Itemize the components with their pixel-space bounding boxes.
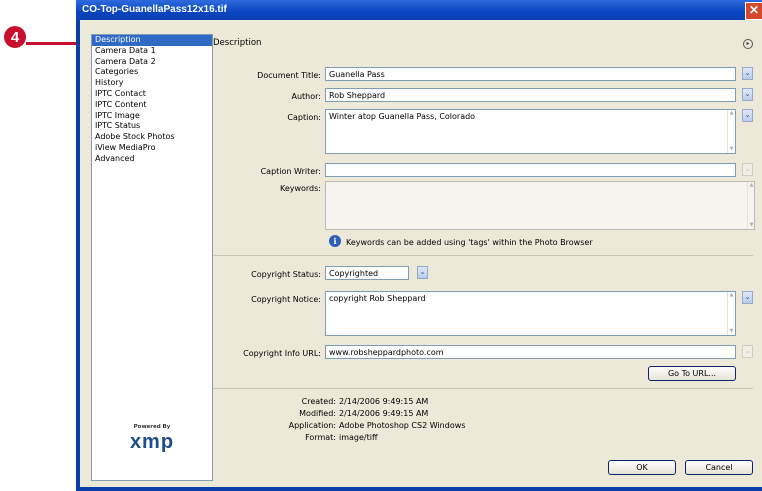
author-dropdown[interactable]: ⌄	[742, 88, 753, 101]
copyright-url-label: Copyright Info URL:	[243, 349, 321, 358]
copyright-status-dropdown[interactable]: ⌄	[417, 266, 428, 279]
divider-top	[213, 255, 753, 256]
step-4-callout: 4	[4, 26, 26, 48]
nav-item-camera-data-1[interactable]: Camera Data 1	[92, 46, 212, 57]
copyright-notice-dropdown[interactable]: ⌄	[742, 291, 753, 304]
author-field[interactable]: Rob Sheppard	[325, 88, 736, 102]
application-label: Application:	[288, 421, 336, 430]
title-bar: CO-Top-GuanellaPass12x16.tif ✕	[76, 0, 762, 20]
panel-menu-icon[interactable]: ▸	[743, 39, 753, 49]
caption-scrollbar[interactable]: ▲ ▼	[727, 110, 735, 153]
document-title-field[interactable]: Guanella Pass	[325, 67, 736, 81]
nav-item-description[interactable]: Description	[92, 35, 212, 46]
created-label: Created:	[301, 397, 336, 406]
nav-item-adobe-stock-photos[interactable]: Adobe Stock Photos	[92, 132, 212, 143]
go-to-url-button[interactable]: Go To URL...	[648, 366, 736, 381]
dialog-body: Description Camera Data 1 Camera Data 2 …	[80, 20, 762, 487]
author-label: Author:	[291, 92, 322, 101]
window-title: CO-Top-GuanellaPass12x16.tif	[82, 4, 227, 15]
ok-button[interactable]: OK	[608, 460, 676, 475]
keywords-label: Keywords:	[279, 184, 321, 193]
modified-value: 2/14/2006 9:49:15 AM	[339, 409, 429, 418]
format-label: Format:	[305, 433, 336, 442]
nav-item-advanced[interactable]: Advanced	[92, 154, 212, 165]
caption-dropdown[interactable]: ⌄	[742, 109, 753, 122]
chevron-down-icon: ⌄	[744, 347, 751, 355]
chevron-down-icon: ⌄	[744, 69, 751, 77]
caption-writer-dropdown[interactable]: ⌄	[742, 163, 753, 176]
powered-by-text: Powered By	[133, 424, 171, 430]
copyright-notice-label: Copyright Notice:	[251, 295, 321, 304]
created-value: 2/14/2006 9:49:15 AM	[339, 397, 429, 406]
category-list: Description Camera Data 1 Camera Data 2 …	[91, 34, 213, 481]
keywords-field[interactable]	[325, 181, 755, 230]
nav-item-camera-data-2[interactable]: Camera Data 2	[92, 57, 212, 68]
xmp-logo: xmp	[129, 431, 175, 453]
document-title-label: Document Title:	[257, 71, 321, 80]
nav-item-iview-mediapro[interactable]: iView MediaPro	[92, 143, 212, 154]
nav-item-iptc-status[interactable]: IPTC Status	[92, 121, 212, 132]
keywords-scrollbar[interactable]: ▲ ▼	[747, 182, 755, 229]
caption-writer-label: Caption Writer:	[260, 167, 321, 176]
panel-header: Description	[213, 38, 262, 48]
format-value: image/tiff	[339, 433, 378, 442]
caption-label: Caption:	[287, 113, 321, 122]
close-button[interactable]: ✕	[745, 2, 762, 20]
nav-item-iptc-content[interactable]: IPTC Content	[92, 100, 212, 111]
application-value: Adobe Photoshop CS2 Windows	[339, 421, 466, 430]
chevron-down-icon: ⌄	[744, 165, 751, 173]
chevron-down-icon: ⌄	[744, 90, 751, 98]
caption-writer-field[interactable]	[325, 163, 736, 177]
chevron-down-icon: ⌄	[419, 268, 426, 276]
close-icon: ✕	[748, 3, 760, 17]
copyright-notice-field[interactable]: copyright Rob Sheppard	[325, 291, 736, 336]
file-info-dialog: CO-Top-GuanellaPass12x16.tif ✕ Descripti…	[76, 0, 762, 491]
copyright-url-dropdown[interactable]: ⌄	[742, 345, 753, 358]
cancel-button[interactable]: Cancel	[685, 460, 753, 475]
copyright-notice-scrollbar[interactable]: ▲ ▼	[727, 292, 735, 335]
chevron-down-icon: ⌄	[744, 111, 751, 119]
caption-field[interactable]: Winter atop Guanella Pass, Colorado	[325, 109, 736, 154]
step-4-arrow	[26, 38, 87, 48]
copyright-url-field[interactable]: www.robsheppardphoto.com	[325, 345, 736, 359]
modified-label: Modified:	[299, 409, 336, 418]
document-title-dropdown[interactable]: ⌄	[742, 67, 753, 80]
info-icon: i	[329, 235, 341, 247]
keywords-note: Keywords can be added using 'tags' withi…	[346, 238, 593, 247]
divider-bottom	[213, 388, 753, 389]
copyright-status-select[interactable]: Copyrighted	[325, 266, 409, 280]
chevron-down-icon: ⌄	[744, 293, 751, 301]
copyright-status-label: Copyright Status:	[251, 270, 321, 279]
